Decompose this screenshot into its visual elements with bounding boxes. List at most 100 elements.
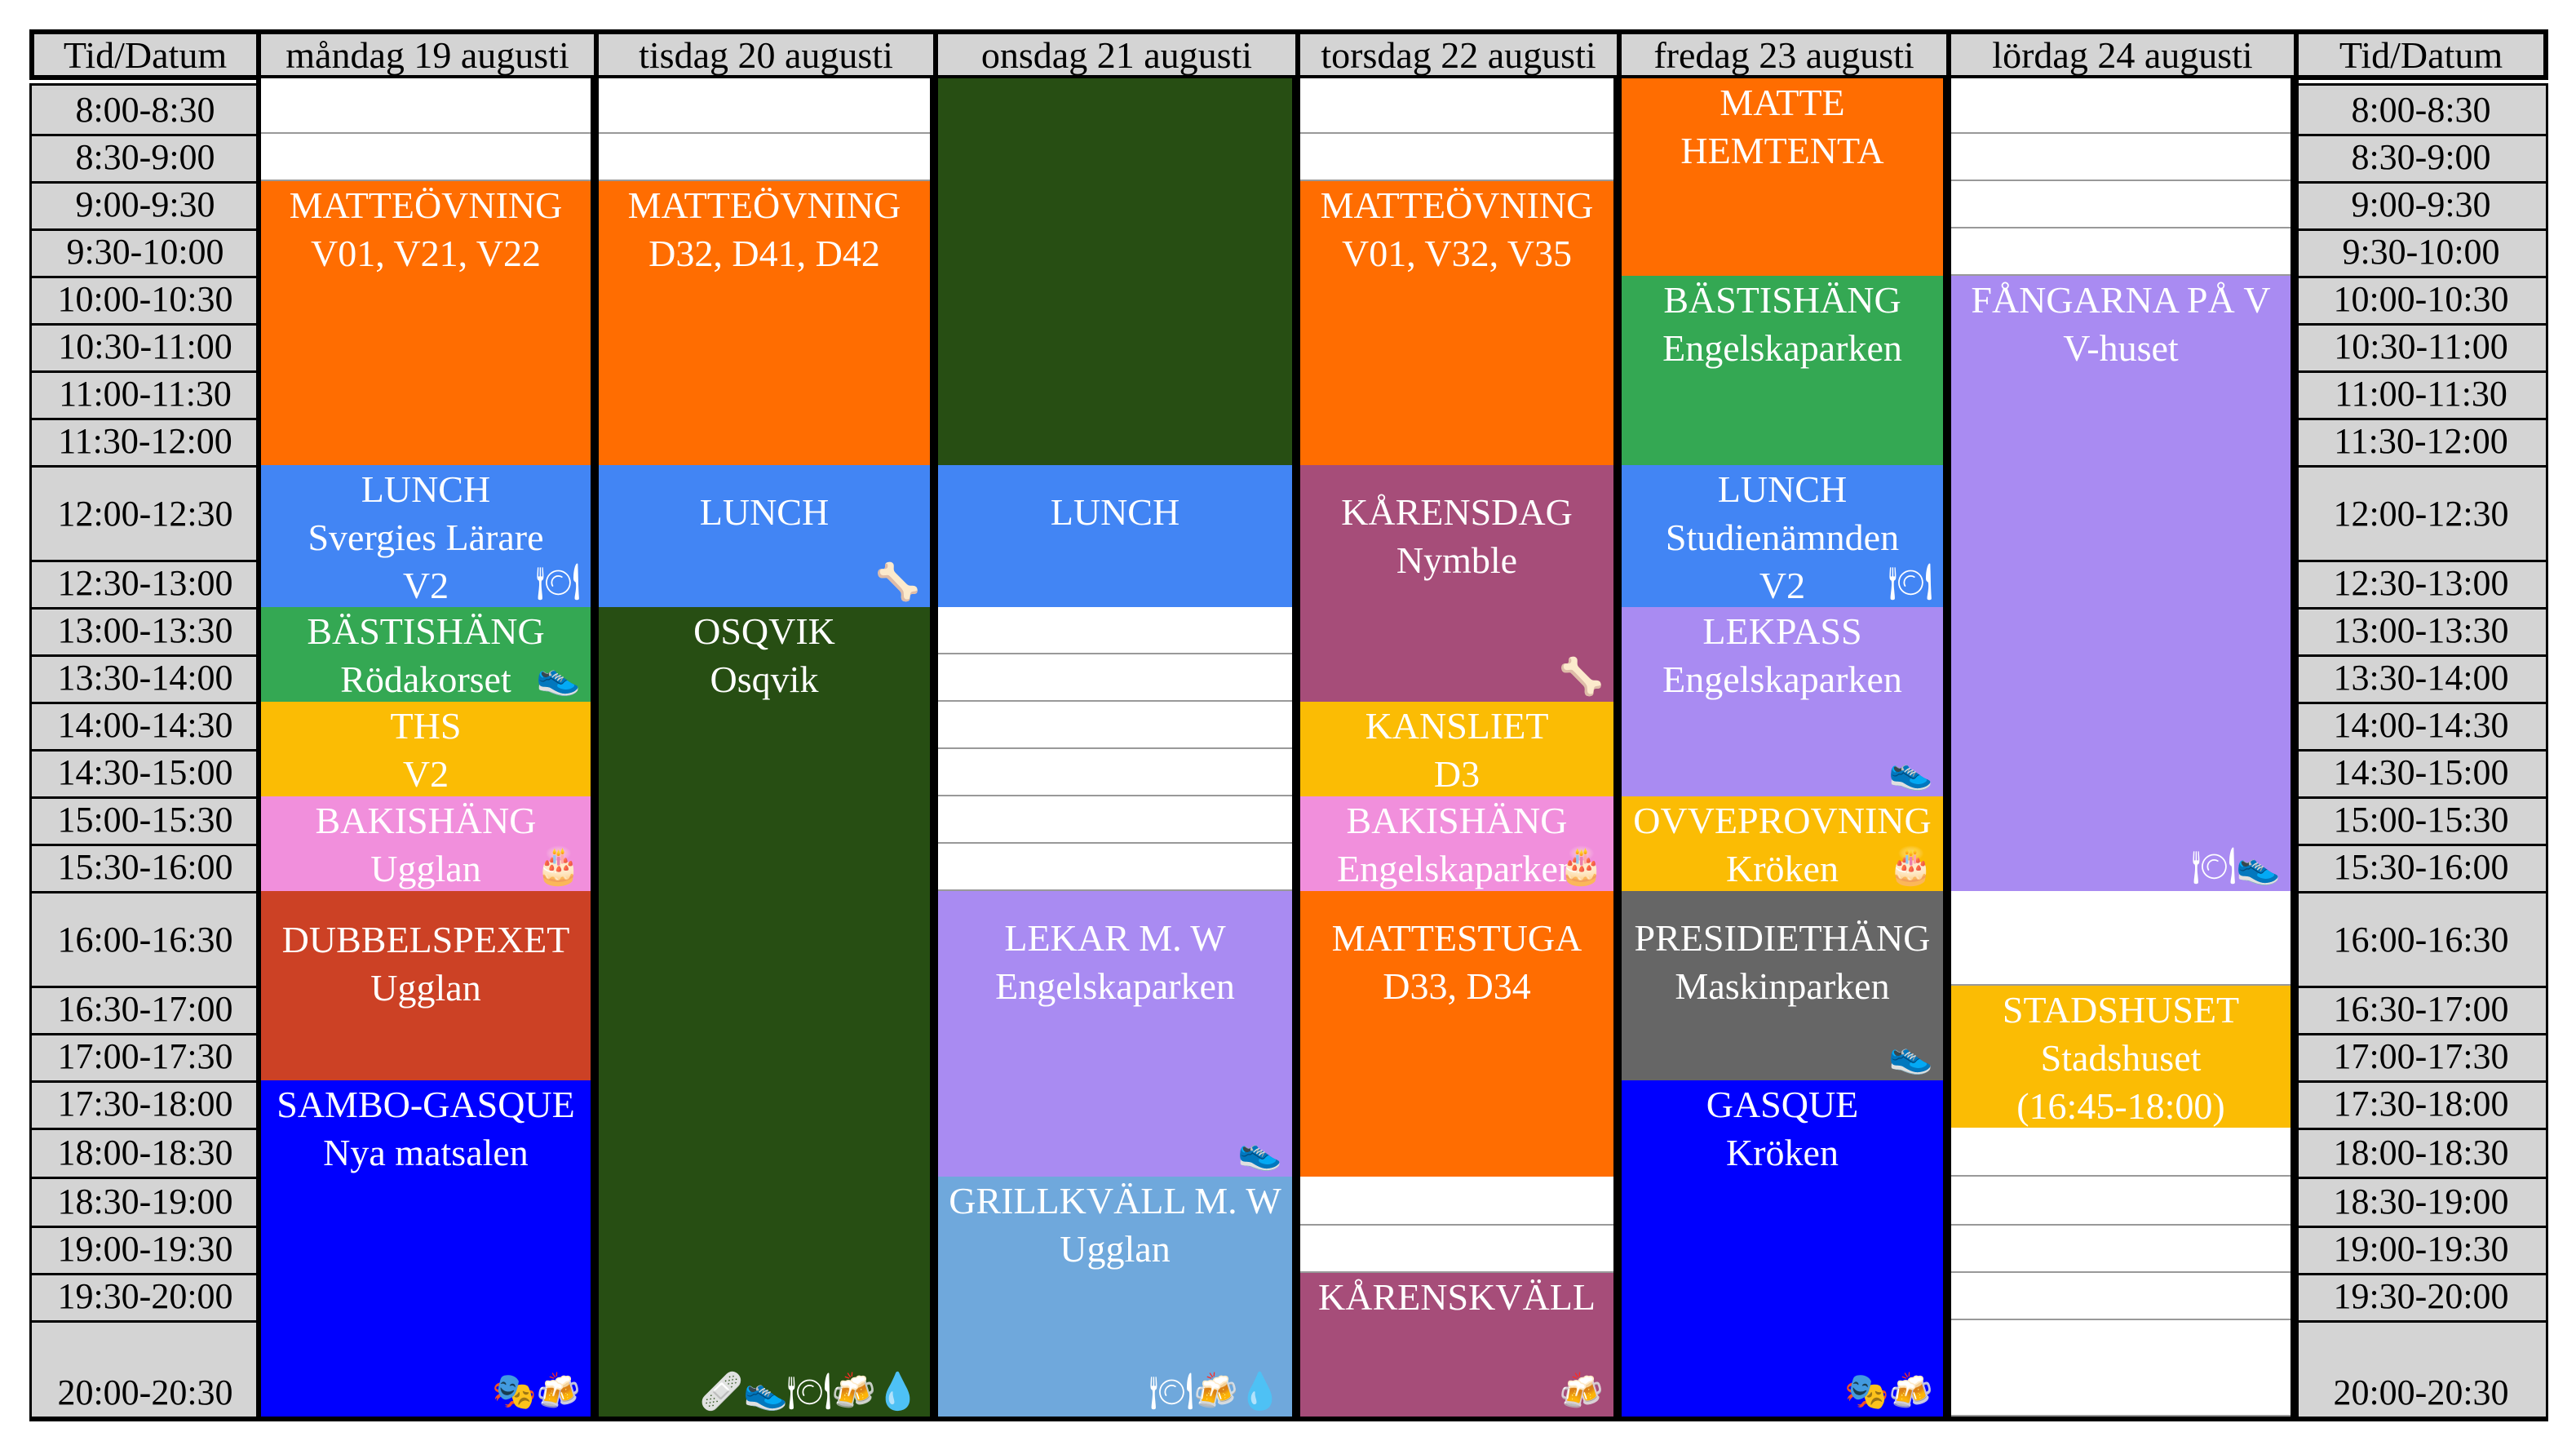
empty-slot-thu-1 [1300, 134, 1613, 181]
event-detail: Engelskaparken [1662, 658, 1902, 700]
event-tue-0[interactable]: MATTEÖVNING D32, D41, D42 [599, 181, 930, 465]
event-thu-4[interactable]: MATTESTUGA D33, D34 [1300, 891, 1613, 1177]
event-detail: D33, D34 [1383, 965, 1531, 1007]
event-title: FÅNGARNA PÅ V [1971, 279, 2271, 321]
day-header-monday: måndag 19 augusti [256, 29, 599, 80]
plate-icon: 🍽 [786, 1372, 832, 1412]
event-fri-6[interactable]: GASQUE Kröken 🎭 🍻 [1622, 1080, 1943, 1417]
event-wed-3[interactable]: GRILLKVÄLL M. W Ugglan 🍽 🍻 💧 [938, 1177, 1292, 1417]
event-title: MATTESTUGA [1331, 917, 1582, 959]
event-fri-0[interactable]: MATTE HEMTENTA [1622, 78, 1943, 276]
time-slot-left-8: 12:00-12:30 [29, 465, 261, 562]
event-title: BÄSTISHÄNG [1663, 279, 1901, 321]
event-wed-2[interactable]: LEKAR M. W Engelskaparken 👟 [938, 891, 1292, 1177]
empty-slot-wed-10 [938, 607, 1292, 654]
time-slot-left-12: 14:00-14:30 [29, 702, 261, 752]
event-detail: Svergies Lärare [308, 517, 544, 558]
time-slot-right-9: 12:30-13:00 [2294, 560, 2548, 610]
empty-slot-wed-13 [938, 749, 1292, 796]
event-detail: Ugglan [370, 967, 481, 1009]
time-slot-right-2: 9:00-9:30 [2294, 181, 2548, 231]
event-detail: Engelskaparken [1662, 327, 1902, 369]
time-slot-left-17: 16:30-17:00 [29, 986, 261, 1035]
event-detail: Osqvik [710, 658, 819, 700]
event-tue-1[interactable]: LUNCH 🦴 [599, 465, 930, 607]
event-thu-1[interactable]: KÅRENSDAG Nymble 🦴 [1300, 465, 1613, 702]
event-detail: V01, V32, V35 [1342, 233, 1572, 274]
event-fri-4[interactable]: OVVEPROVNING Kröken 🎂 [1622, 796, 1943, 891]
event-fri-2[interactable]: LUNCH Studienämnden V2 🍽 [1622, 465, 1943, 607]
column-divider [591, 78, 599, 1421]
event-thu-0[interactable]: MATTEÖVNING V01, V32, V35 [1300, 181, 1613, 465]
event-title: KÅRENSDAG [1341, 491, 1573, 533]
day-header-tuesday: tisdag 20 augusti [594, 29, 938, 80]
event-mon-0[interactable]: MATTEÖVNING V01, V21, V22 [261, 181, 591, 465]
mask-icon: 🎭 [1844, 1372, 1889, 1412]
event-mon-1[interactable]: LUNCH Svergies Lärare V2 🍽 [261, 465, 591, 607]
event-title: LEKPASS [1702, 610, 1862, 652]
time-slot-right-13: 14:30-15:00 [2294, 749, 2548, 799]
event-fri-1[interactable]: BÄSTISHÄNG Engelskaparken [1622, 276, 1943, 465]
event-title: LUNCH [1717, 468, 1848, 510]
event-wed-1[interactable]: LUNCH [938, 465, 1292, 607]
day-header-thursday: torsdag 22 augusti [1295, 29, 1622, 80]
schedule-sheet: Tid/Datum måndag 19 augusti tisdag 20 au… [0, 0, 2576, 1441]
event-mon-4[interactable]: BAKISHÄNG Ugglan 🎂 [261, 796, 591, 891]
empty-slot-tue-0 [599, 78, 930, 134]
event-detail: V01, V21, V22 [311, 233, 541, 274]
event-thu-5[interactable]: KÅRENSKVÄLL 🍻 [1300, 1273, 1613, 1417]
event-sat-1[interactable]: STADSHUSET Stadshuset (16:45-18:00) [1951, 986, 2291, 1128]
event-detail: HEMTENTA [1680, 130, 1884, 171]
empty-slot-tue-1 [599, 134, 930, 181]
time-slot-right-10: 13:00-13:30 [2294, 607, 2548, 657]
beer-icon: 🍻 [831, 1372, 876, 1412]
mask-icon: 🎭 [492, 1372, 537, 1412]
column-divider [930, 78, 938, 1421]
time-slot-right-5: 10:30-11:00 [2294, 323, 2548, 373]
shoe-icon: 👟 [743, 1372, 788, 1412]
event-tue-2[interactable]: OSQVIK Osqvik 🩹 👟 🍽 🍻 💧 [599, 607, 930, 1417]
event-fri-5[interactable]: PRESIDIETHÄNG Maskinparken 👟 [1622, 891, 1943, 1080]
grid-border [29, 1417, 2548, 1421]
event-title: OVVEPROVNING [1633, 800, 1932, 841]
day-header-wednesday: onsdag 21 augusti [933, 29, 1300, 80]
time-slot-left-19: 17:30-18:00 [29, 1080, 261, 1130]
bandage-icon: 🩹 [699, 1372, 744, 1412]
event-title: GASQUE [1706, 1084, 1859, 1125]
event-title: BAKISHÄNG [315, 800, 537, 841]
event-fri-3[interactable]: LEKPASS Engelskaparken 👟 [1622, 607, 1943, 796]
event-title: GRILLKVÄLL M. W [949, 1180, 1281, 1222]
time-slot-right-22: 19:00-19:30 [2294, 1226, 2548, 1275]
event-thu-3[interactable]: BAKISHÄNG Engelskaparken 🎂 [1300, 796, 1613, 891]
time-slot-left-14: 15:00-15:30 [29, 796, 261, 846]
empty-slot-sat-22 [1951, 1226, 2291, 1273]
empty-slot-thu-0 [1300, 78, 1613, 134]
event-thu-2[interactable]: KANSLIET D3 [1300, 702, 1613, 796]
empty-slot-wed-15 [938, 844, 1292, 891]
shoe-icon: 👟 [536, 657, 581, 697]
shoe-icon: 👟 [2236, 846, 2281, 886]
time-slot-right-23: 19:30-20:00 [2294, 1273, 2548, 1323]
event-mon-3[interactable]: THS V2 [261, 702, 591, 796]
time-slot-left-24: 20:00-20:30 [29, 1320, 261, 1419]
time-slot-left-0: 8:00-8:30 [29, 83, 261, 136]
empty-slot-sat-21 [1951, 1177, 2291, 1226]
cake-icon: 🎂 [1888, 846, 1933, 886]
event-mon-2[interactable]: BÄSTISHÄNG Rödakorset 👟 [261, 607, 591, 702]
header-time-label-left: Tid/Datum [29, 29, 261, 80]
empty-slot-wed-14 [938, 796, 1292, 844]
empty-slot-wed-12 [938, 702, 1292, 749]
empty-slot-sat-23 [1951, 1273, 2291, 1320]
time-slot-right-16: 16:00-16:30 [2294, 891, 2548, 988]
event-mon-6[interactable]: SAMBO-GASQUE Nya matsalen 🎭 🍻 [261, 1080, 591, 1417]
time-slot-right-18: 17:00-17:30 [2294, 1033, 2548, 1083]
empty-slot-sat-3 [1951, 228, 2291, 276]
beer-icon: 🍻 [1559, 1372, 1604, 1412]
event-title: DUBBELSPEXET [281, 919, 570, 960]
event-wed-0[interactable] [938, 78, 1292, 465]
plate-icon: 🍽 [2191, 846, 2237, 886]
time-slot-left-10: 13:00-13:30 [29, 607, 261, 657]
event-sat-0[interactable]: FÅNGARNA PÅ V V-huset 🍽 👟 [1951, 276, 2291, 891]
time-slot-right-17: 16:30-17:00 [2294, 986, 2548, 1035]
event-mon-5[interactable]: DUBBELSPEXET Ugglan [261, 891, 591, 1080]
